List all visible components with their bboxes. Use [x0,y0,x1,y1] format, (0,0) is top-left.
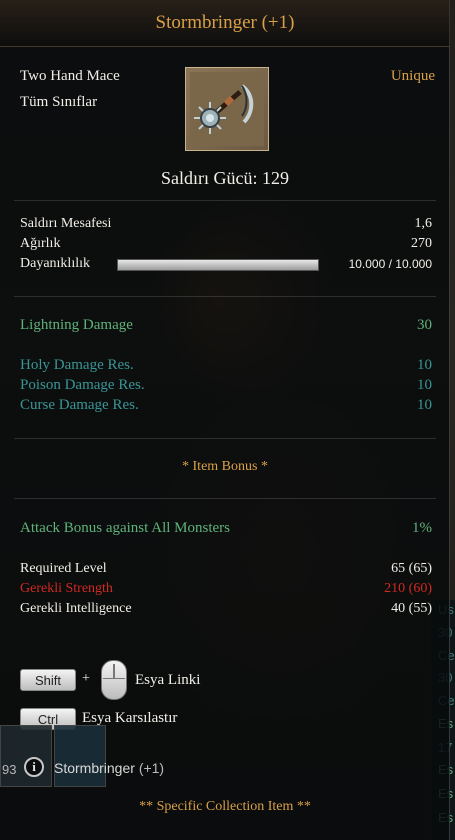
divider [14,200,436,201]
required-int-value: 40 (55) [391,601,432,616]
attack-bonus-value: 1% [412,520,432,536]
shift-key: Shift [20,669,76,691]
durability-label: Dayanıklılık [20,256,90,271]
slot-count: 93 [2,762,17,777]
curse-res-value: 10 [417,397,432,413]
range-label: Saldırı Mesafesi [20,216,112,231]
durability-bar [117,259,319,271]
range-value: 1,6 [414,216,433,231]
mouse-icon [101,660,127,700]
inventory-slot[interactable] [0,725,52,787]
lightning-value: 30 [417,317,432,333]
weight-value: 270 [411,236,432,251]
item-bonus-header: * Item Bonus * [182,459,268,474]
required-strength-value: 210 (60) [384,581,432,596]
required-level-value: 65 (65) [391,561,432,576]
item-type: Two Hand Mace [20,68,120,84]
item-tooltip: Stormbringer (+1) Two Hand Mace Tüm Sını… [0,0,450,840]
divider [14,438,436,439]
mace-icon [190,72,264,146]
holy-res-label: Holy Damage Res. [20,357,134,373]
durability-value: 10.000 / 10.000 [348,257,432,271]
weight-label: Ağırlık [20,236,61,251]
item-name: Stormbringer (+1) [155,12,295,33]
divider [14,296,436,297]
item-link-label: Esya Linki [135,672,201,688]
attack-bonus-label: Attack Bonus against All Monsters [20,520,230,536]
lightning-label: Lightning Damage [20,317,133,333]
required-strength-label: Gerekli Strength [20,581,113,596]
footer-item-name: Stormbringer (+1) [54,760,164,776]
footer-item-suffix: (+1) [138,760,165,776]
inventory-slot[interactable] [54,725,106,787]
item-rarity: Unique [390,68,435,84]
info-icon: i [24,757,44,777]
item-class: Tüm Sınıflar [20,94,98,110]
required-int-label: Gerekli Intelligence [20,601,132,616]
poison-res-label: Poison Damage Res. [20,377,145,393]
poison-res-value: 10 [417,377,432,393]
item-icon-frame [185,67,269,151]
holy-res-value: 10 [417,357,432,373]
collection-label: ** Specific Collection Item ** [139,799,311,814]
footer-item-base: Stormbringer [54,760,135,776]
attack-power: Saldırı Gücü: 129 [161,168,289,188]
plus-sign: + [82,671,90,686]
curse-res-label: Curse Damage Res. [20,397,139,413]
divider [14,498,436,499]
required-level-label: Required Level [20,561,107,576]
durability-fill [118,260,318,270]
inventory-slots: 93 [0,725,150,790]
